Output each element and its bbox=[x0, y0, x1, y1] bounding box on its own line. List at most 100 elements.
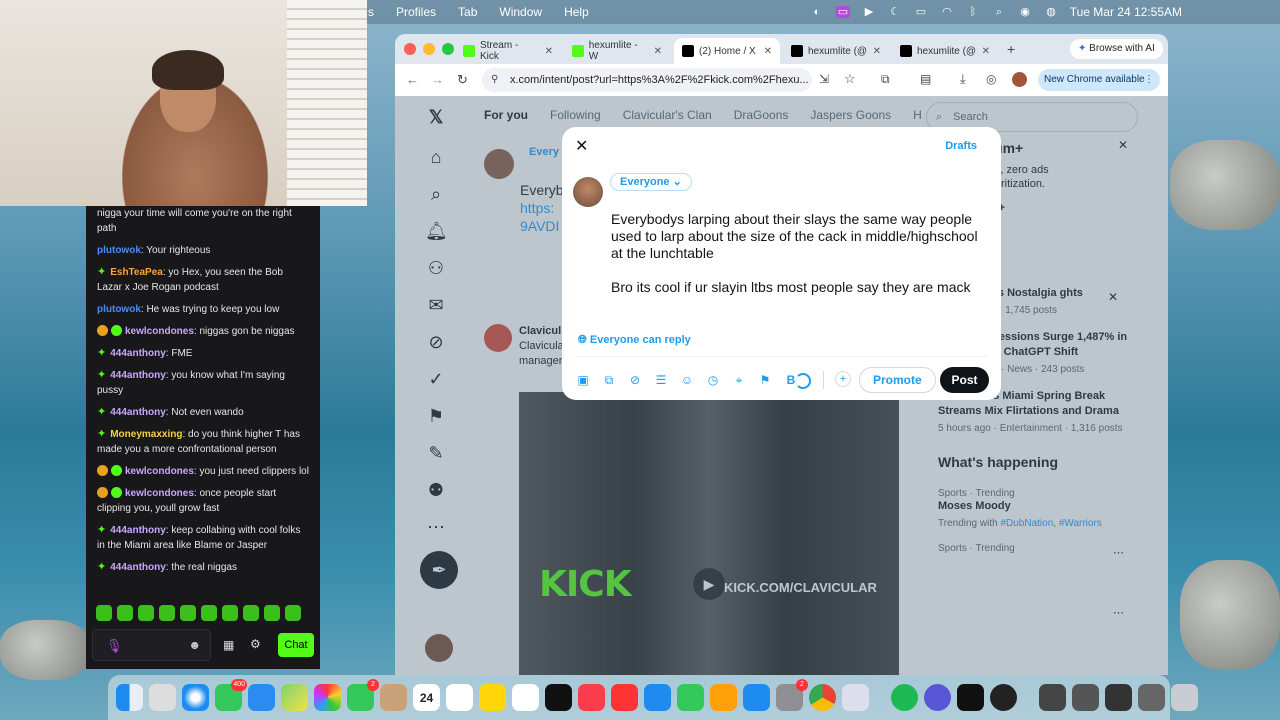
emote[interactable] bbox=[264, 605, 280, 621]
add-post-icon[interactable]: + bbox=[835, 371, 851, 387]
photos-icon[interactable] bbox=[314, 684, 341, 711]
emoji-icon[interactable]: ☺ bbox=[680, 373, 694, 387]
emote[interactable] bbox=[285, 605, 301, 621]
freeform-icon[interactable] bbox=[512, 684, 539, 711]
emote[interactable] bbox=[180, 605, 196, 621]
keynote-icon[interactable] bbox=[644, 684, 671, 711]
minimize-window-button[interactable] bbox=[423, 43, 435, 55]
compose-textarea[interactable]: Everybodys larping about their slays the… bbox=[611, 211, 981, 313]
finder-icon[interactable] bbox=[116, 684, 143, 711]
emoji-icon[interactable]: ☻ bbox=[188, 638, 201, 653]
window-thumb[interactable] bbox=[1039, 684, 1066, 711]
menu-tab[interactable]: Tab bbox=[458, 5, 477, 19]
browser-tab[interactable]: hexumlite - W ✕ bbox=[564, 38, 670, 64]
siri-icon[interactable]: ◍ bbox=[1044, 6, 1058, 18]
extensions-icon[interactable]: ⧉ bbox=[881, 72, 890, 87]
pages-icon[interactable] bbox=[710, 684, 737, 711]
tab-close-icon[interactable]: ✕ bbox=[545, 46, 553, 57]
chat-username[interactable]: plutowok bbox=[97, 245, 141, 256]
obs-icon[interactable] bbox=[990, 684, 1017, 711]
browser-tab[interactable]: (2) Home / X ✕ bbox=[674, 38, 780, 64]
wifi-icon[interactable]: ◠ bbox=[940, 6, 954, 18]
chat-username[interactable]: 444anthony bbox=[110, 407, 166, 418]
new-chrome-available-button[interactable]: New Chrome available ⋮ bbox=[1038, 69, 1160, 91]
emote[interactable] bbox=[201, 605, 217, 621]
appstore-icon[interactable] bbox=[743, 684, 770, 711]
bluetooth-icon[interactable]: ᛒ bbox=[966, 6, 980, 18]
play-icon[interactable]: ▶ bbox=[862, 6, 876, 18]
emote[interactable] bbox=[159, 605, 175, 621]
appletv-icon[interactable] bbox=[545, 684, 572, 711]
chat-username[interactable]: Moneymaxxing bbox=[110, 429, 182, 440]
numbers-icon[interactable] bbox=[677, 684, 704, 711]
chrome-icon[interactable] bbox=[809, 684, 836, 711]
chat-username[interactable]: 444anthony bbox=[110, 562, 166, 573]
app-icon[interactable] bbox=[842, 684, 869, 711]
menu-clock[interactable]: Tue Mar 24 12:55AM bbox=[1070, 5, 1182, 19]
download-icon[interactable]: ⤓ bbox=[960, 71, 966, 87]
chat-username[interactable]: kewlcondones bbox=[125, 326, 194, 337]
chat-send-button[interactable]: Chat bbox=[278, 633, 314, 657]
bookmark-star-icon[interactable]: ☆ bbox=[844, 71, 856, 87]
trash-icon[interactable] bbox=[1171, 684, 1198, 711]
facetime-icon[interactable]: 2 bbox=[347, 679, 379, 711]
launchpad-icon[interactable] bbox=[149, 684, 176, 711]
gif-icon[interactable]: ⧉ bbox=[602, 373, 616, 387]
control-center-icon[interactable]: ◉ bbox=[1018, 6, 1032, 18]
media-icon[interactable]: ▣ bbox=[576, 373, 590, 387]
screen-record-icon[interactable]: ▭ bbox=[836, 6, 850, 18]
menu-window[interactable]: Window bbox=[499, 5, 542, 19]
app-icon[interactable] bbox=[924, 684, 951, 711]
window-thumb[interactable] bbox=[1138, 684, 1165, 711]
chat-username[interactable]: 444anthony bbox=[110, 525, 166, 536]
media-icon[interactable]: ▤ bbox=[920, 72, 931, 86]
mail-icon[interactable] bbox=[248, 684, 275, 711]
chat-message-list[interactable]: nigga your time will come you're on the … bbox=[86, 206, 320, 590]
flag-icon[interactable]: ⚑ bbox=[758, 373, 772, 387]
forward-icon[interactable]: → bbox=[431, 72, 444, 87]
spotify-icon[interactable] bbox=[891, 684, 918, 711]
site-info-icon[interactable]: ⚲ bbox=[491, 68, 498, 92]
emote[interactable] bbox=[243, 605, 259, 621]
post-button[interactable]: Post bbox=[940, 367, 989, 393]
moon-icon[interactable]: ☾ bbox=[888, 6, 902, 18]
settings-icon[interactable]: 2 bbox=[776, 679, 808, 711]
close-window-button[interactable] bbox=[404, 43, 416, 55]
store-icon[interactable]: ▦ bbox=[223, 638, 234, 653]
location-icon[interactable]: ⌖ bbox=[732, 373, 746, 387]
chat-input[interactable]: 🎙 ☻ bbox=[92, 629, 211, 661]
sync-icon[interactable]: ◎ bbox=[986, 72, 996, 86]
profile-avatar[interactable] bbox=[1012, 72, 1027, 87]
emote[interactable] bbox=[222, 605, 238, 621]
calendar-icon[interactable]: 24 bbox=[413, 684, 440, 711]
window-thumb[interactable] bbox=[1072, 684, 1099, 711]
tab-close-icon[interactable]: ✕ bbox=[654, 46, 662, 57]
menu-profiles[interactable]: Profiles bbox=[396, 5, 436, 19]
tab-close-icon[interactable]: ✕ bbox=[764, 46, 772, 57]
capcut-icon[interactable] bbox=[957, 684, 984, 711]
schedule-icon[interactable]: ◷ bbox=[706, 373, 720, 387]
emote[interactable] bbox=[138, 605, 154, 621]
reminders-icon[interactable] bbox=[446, 684, 473, 711]
drafts-button[interactable]: Drafts bbox=[945, 140, 977, 152]
chat-username[interactable]: kewlcondones bbox=[125, 466, 194, 477]
menu-item[interactable]: s bbox=[368, 5, 374, 19]
music-icon[interactable] bbox=[578, 684, 605, 711]
safari-icon[interactable] bbox=[182, 684, 209, 711]
gear-icon[interactable]: ⚙ bbox=[250, 637, 261, 652]
chat-username[interactable]: kewlcondones bbox=[125, 488, 194, 499]
emote[interactable] bbox=[96, 605, 112, 621]
tab-close-icon[interactable]: ✕ bbox=[873, 46, 881, 57]
zoom-window-button[interactable] bbox=[442, 43, 454, 55]
grok-icon[interactable]: ⊘ bbox=[628, 373, 642, 387]
maps-icon[interactable] bbox=[281, 684, 308, 711]
search-icon[interactable]: ⌕ bbox=[992, 6, 1006, 18]
promote-button[interactable]: Promote bbox=[859, 367, 936, 393]
status-icon[interactable]: ◐ bbox=[810, 6, 824, 18]
address-bar[interactable]: ⚲ x.com/intent/post?url=https%3A%2F%2Fki… bbox=[482, 68, 812, 92]
mic-icon[interactable]: 🎙 bbox=[106, 638, 123, 653]
window-thumb[interactable] bbox=[1105, 684, 1132, 711]
browser-tab[interactable]: hexumlite (@ ✕ bbox=[783, 38, 889, 64]
chat-username[interactable]: EshTeaPea bbox=[110, 267, 163, 278]
news-icon[interactable] bbox=[611, 684, 638, 711]
